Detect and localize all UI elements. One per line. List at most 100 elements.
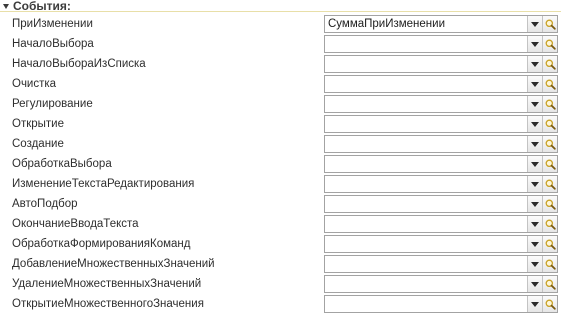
event-handler-field[interactable] [324,95,558,113]
dropdown-button[interactable] [527,116,542,132]
event-handler-value[interactable] [325,276,527,292]
chevron-down-icon [531,162,539,167]
event-handler-value[interactable]: СуммаПриИзменении [325,16,527,32]
chevron-down-icon [531,22,539,27]
dropdown-button[interactable] [527,176,542,192]
chevron-down-icon [531,242,539,247]
event-handler-field[interactable] [324,135,558,153]
magnifier-icon [545,159,556,170]
open-handler-button[interactable] [542,156,557,172]
event-handler-field[interactable] [324,295,558,313]
chevron-down-icon [531,302,539,307]
open-handler-button[interactable] [542,96,557,112]
event-handler-value[interactable] [325,176,527,192]
magnifier-icon [545,59,556,70]
event-label: Создание [12,138,64,150]
event-handler-value[interactable] [325,256,527,272]
event-row: АвтоПодбор [0,194,561,214]
chevron-down-icon [531,42,539,47]
dropdown-button[interactable] [527,36,542,52]
magnifier-icon [545,239,556,250]
chevron-down-icon [531,102,539,107]
event-handler-field[interactable] [324,35,558,53]
open-handler-button[interactable] [542,56,557,72]
event-row: Открытие [0,114,561,134]
event-row: ОткрытиеМножественногоЗначения [0,294,561,314]
dropdown-button[interactable] [527,156,542,172]
dropdown-button[interactable] [527,296,542,312]
event-row: Регулирование [0,94,561,114]
dropdown-button[interactable] [527,56,542,72]
event-row: Создание [0,134,561,154]
event-handler-value[interactable] [325,96,527,112]
event-handler-value[interactable] [325,296,527,312]
events-section-header[interactable]: События: [0,0,561,12]
event-label: ОбработкаВыбора [12,158,112,170]
open-handler-button[interactable] [542,36,557,52]
event-handler-field[interactable] [324,255,558,273]
event-handler-field[interactable] [324,235,558,253]
event-handler-field[interactable] [324,155,558,173]
dropdown-button[interactable] [527,256,542,272]
event-handler-field[interactable] [324,55,558,73]
event-handler-field[interactable] [324,195,558,213]
dropdown-button[interactable] [527,96,542,112]
chevron-down-icon [531,82,539,87]
magnifier-icon [545,199,556,210]
open-handler-button[interactable] [542,176,557,192]
dropdown-button[interactable] [527,196,542,212]
event-handler-field[interactable] [324,215,558,233]
event-label: НачалоВыбора [12,38,94,50]
dropdown-button[interactable] [527,76,542,92]
event-row: ИзменениеТекстаРедактирования [0,174,561,194]
open-handler-button[interactable] [542,276,557,292]
event-label: ИзменениеТекстаРедактирования [12,178,195,190]
magnifier-icon [545,139,556,150]
magnifier-icon [545,79,556,90]
event-handler-value[interactable] [325,236,527,252]
event-label: АвтоПодбор [12,198,78,210]
event-row: ОкончаниеВводаТекста [0,214,561,234]
chevron-down-icon [531,62,539,67]
event-handler-value[interactable] [325,156,527,172]
event-label: Регулирование [12,98,93,110]
open-handler-button[interactable] [542,76,557,92]
event-handler-field[interactable] [324,115,558,133]
event-handler-value[interactable] [325,196,527,212]
event-handler-field[interactable]: СуммаПриИзменении [324,15,558,33]
event-label: ОткрытиеМножественногоЗначения [12,298,204,310]
open-handler-button[interactable] [542,116,557,132]
magnifier-icon [545,279,556,290]
event-handler-value[interactable] [325,36,527,52]
chevron-down-icon [531,202,539,207]
open-handler-button[interactable] [542,236,557,252]
event-handler-value[interactable] [325,56,527,72]
event-handler-value[interactable] [325,116,527,132]
open-handler-button[interactable] [542,136,557,152]
event-row: НачалоВыбора [0,34,561,54]
event-handler-field[interactable] [324,175,558,193]
event-handler-field[interactable] [324,75,558,93]
chevron-down-icon [531,282,539,287]
event-label: Открытие [12,118,64,130]
dropdown-button[interactable] [527,276,542,292]
dropdown-button[interactable] [527,16,542,32]
event-handler-value[interactable] [325,136,527,152]
event-handler-value[interactable] [325,216,527,232]
event-label: ОбработкаФормированияКоманд [12,238,191,250]
dropdown-button[interactable] [527,136,542,152]
open-handler-button[interactable] [542,196,557,212]
dropdown-button[interactable] [527,216,542,232]
dropdown-button[interactable] [527,236,542,252]
magnifier-icon [545,299,556,310]
event-handler-value[interactable] [325,76,527,92]
open-handler-button[interactable] [542,216,557,232]
open-handler-button[interactable] [542,256,557,272]
open-handler-button[interactable] [542,16,557,32]
collapse-triangle-icon[interactable] [3,4,9,9]
event-handler-field[interactable] [324,275,558,293]
chevron-down-icon [531,142,539,147]
chevron-down-icon [531,182,539,187]
events-panel: События: ПриИзменении СуммаПриИзменении На… [0,0,561,315]
open-handler-button[interactable] [542,296,557,312]
